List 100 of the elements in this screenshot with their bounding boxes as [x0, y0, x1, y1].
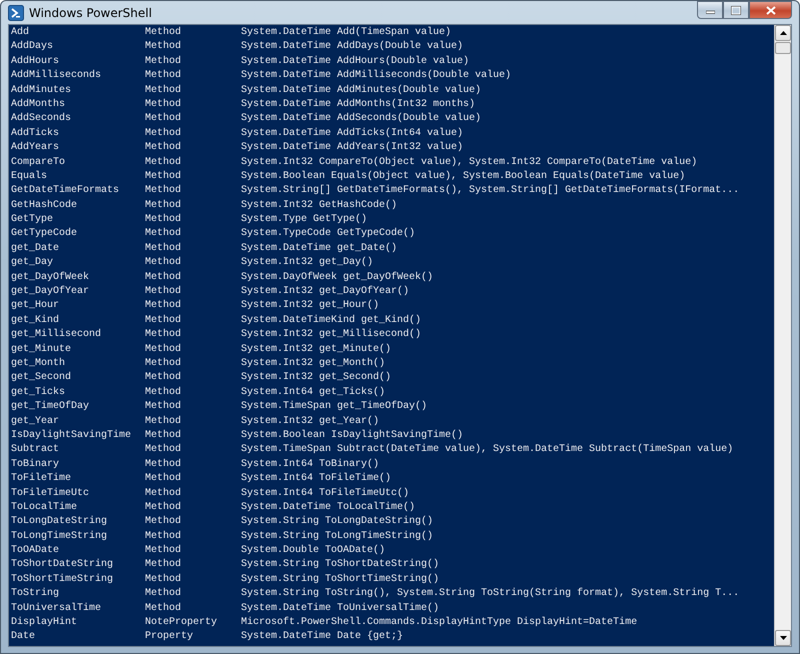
minimize-button[interactable] [697, 1, 723, 19]
member-definition: System.Int32 get_Day() [241, 256, 374, 270]
window-title: Windows PowerShell [29, 6, 153, 20]
member-name: ToString [11, 587, 60, 602]
member-name: get_DayOfWeek [11, 270, 90, 285]
member-definition: System.Type GetType() [241, 213, 368, 228]
member-name: AddTicks [11, 126, 60, 141]
member-type: Method [145, 328, 182, 342]
member-definition: System.Int32 get_Hour() [241, 299, 380, 314]
member-type: Method [145, 458, 182, 472]
member-definition: System.DateTime ToLocalTime() [241, 500, 416, 515]
member-definition: System.DateTime AddTicks(Int64 value) [241, 126, 464, 141]
member-name: get_Millisecond [11, 328, 102, 342]
member-definition: System.String ToLongTimeString() [241, 530, 434, 544]
member-type: Method [145, 472, 182, 486]
member-name: GetDateTimeFormats [11, 184, 120, 198]
member-type: Method [145, 256, 182, 270]
member-type: Method [145, 40, 182, 54]
member-definition: System.TypeCode GetTypeCode() [241, 227, 416, 242]
member-type: Method [145, 141, 182, 156]
member-name: get_Second [11, 371, 72, 386]
close-icon [766, 6, 776, 14]
member-type: Property [145, 630, 194, 644]
member-definition: System.Double ToOADate() [241, 544, 386, 558]
member-type: Method [145, 342, 182, 357]
member-type: Method [145, 544, 182, 558]
member-definition: System.Int32 GetHashCode() [241, 198, 398, 213]
member-name: ToFileTimeUtc [11, 486, 90, 500]
member-type: Method [145, 26, 182, 40]
member-definition: System.Int64 get_Ticks() [241, 386, 386, 400]
member-definition: System.DateTime AddMonths(Int32 months) [241, 98, 476, 112]
member-type: Method [145, 112, 182, 126]
member-name: ToShortTimeString [11, 572, 114, 587]
member-type: Method [145, 602, 182, 616]
member-name: ToBinary [11, 458, 60, 472]
member-type: Method [145, 515, 182, 530]
member-definition: System.Boolean Equals(Object value), System.Boolean Equals(DateTime value) [241, 170, 686, 184]
member-name: ToShortDateString [11, 558, 114, 572]
scrollbar[interactable] [774, 25, 791, 646]
member-name: get_Date [11, 242, 60, 256]
member-definition: System.Boolean IsDaylightSavingTime() [241, 428, 464, 443]
member-type: Method [145, 486, 182, 500]
member-type: Method [145, 530, 182, 544]
member-type: Method [145, 98, 182, 112]
scroll-down-button[interactable] [775, 630, 791, 646]
scroll-thumb[interactable] [775, 42, 791, 54]
member-type: Method [145, 500, 182, 515]
member-type: Method [145, 314, 182, 328]
member-name: IsDaylightSavingTime [11, 428, 132, 443]
member-type: Method [145, 428, 182, 443]
member-definition: System.DateTime AddMilliseconds(Double value) [241, 69, 512, 84]
maximize-button[interactable] [723, 1, 749, 19]
member-definition: System.DateTime Date {get;} [241, 630, 404, 644]
maximize-icon [731, 6, 741, 14]
member-name: ToUniversalTime [11, 602, 102, 616]
member-type: Method [145, 198, 182, 213]
member-type: Method [145, 156, 182, 170]
member-type: Method [145, 558, 182, 572]
member-definition: System.Int32 get_Year() [241, 414, 380, 429]
member-definition: System.DateTime AddDays(Double value) [241, 40, 464, 54]
member-name: get_Minute [11, 342, 72, 357]
member-name: AddDays [11, 40, 54, 54]
member-type: Method [145, 170, 182, 184]
member-definition: System.String[] GetDateTimeFormats(), System.String[] GetDateTimeFormats(IFormat... [241, 184, 740, 198]
scroll-up-button[interactable] [775, 25, 791, 41]
member-name: Equals [11, 170, 48, 184]
member-definition: System.Int32 CompareTo(Object value), System.Int32 CompareTo(DateTime value) [241, 156, 698, 170]
member-definition: System.DateTime AddSeconds(Double value) [241, 112, 482, 126]
member-type: Method [145, 572, 182, 587]
member-name: get_TimeOfDay [11, 400, 90, 414]
member-definition: System.DateTime AddYears(Int32 value) [241, 141, 464, 156]
member-definition: System.DateTime AddHours(Double value) [241, 54, 470, 69]
member-name: AddMinutes [11, 84, 72, 98]
member-definition: System.String ToLongDateString() [241, 515, 434, 530]
member-type: Method [145, 414, 182, 429]
member-type: Method [145, 270, 182, 285]
member-type: Method [145, 443, 182, 458]
close-button[interactable] [749, 1, 792, 19]
member-definition: System.Int64 ToFileTime() [241, 472, 392, 486]
member-type: Method [145, 587, 182, 602]
powershell-icon [8, 4, 24, 20]
member-name: CompareTo [11, 156, 66, 170]
member-name: ToFileTime [11, 472, 72, 486]
member-definition: System.DateTime get_Date() [241, 242, 398, 256]
member-definition: System.DateTime Add(TimeSpan value) [241, 26, 452, 40]
member-name: get_Month [11, 356, 66, 371]
member-name: ToLocalTime [11, 500, 78, 515]
member-name: Add [11, 26, 30, 40]
member-name: GetType [11, 213, 54, 228]
member-type: Method [145, 227, 182, 242]
member-type: NoteProperty [145, 616, 218, 630]
member-name: AddHours [11, 54, 60, 69]
member-definition: System.DayOfWeek get_DayOfWeek() [241, 270, 434, 285]
member-definition: System.TimeSpan get_TimeOfDay() [241, 400, 428, 414]
member-type: Method [145, 84, 182, 98]
member-type: Method [145, 213, 182, 228]
member-definition: System.String ToShortTimeString() [241, 572, 440, 587]
member-name: get_Ticks [11, 386, 66, 400]
member-name: GetTypeCode [11, 227, 78, 242]
member-type: Method [145, 299, 182, 314]
